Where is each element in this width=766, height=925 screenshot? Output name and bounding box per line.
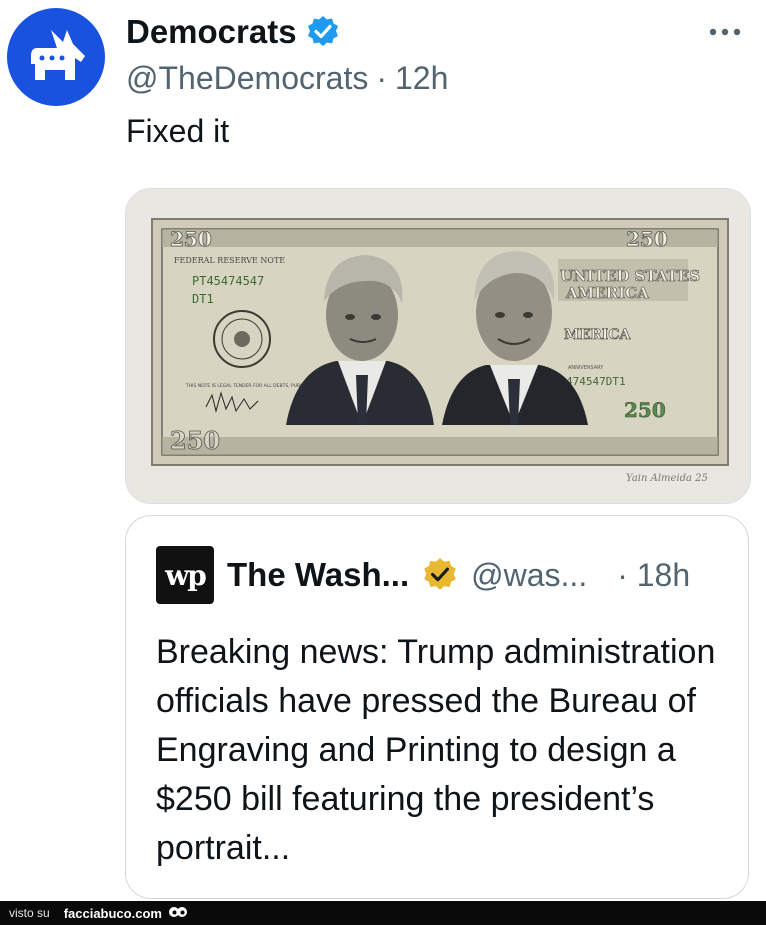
bill-anniversary: ANNIVERSARY bbox=[568, 365, 604, 371]
eyes-icon bbox=[168, 907, 187, 917]
bill-denomination-bottom-right: 250 bbox=[624, 398, 666, 422]
quoted-tweet-time[interactable]: · 18h bbox=[617, 557, 690, 594]
tweet-time[interactable]: 12h bbox=[395, 60, 448, 97]
quoted-tweet-card[interactable]: wp The Wash... @was... · 18h Breaking ne… bbox=[125, 515, 749, 899]
author-name[interactable]: Democrats bbox=[126, 13, 297, 51]
tweet-text: Fixed it bbox=[126, 113, 230, 149]
bill-denomination-bottom-left: 250 bbox=[170, 426, 220, 455]
watermark-footer: visto su facciabuco.com bbox=[0, 901, 766, 925]
democrats-avatar[interactable] bbox=[7, 8, 105, 106]
donkey-icon bbox=[31, 30, 85, 80]
wp-logo-text: wp bbox=[165, 558, 207, 592]
footer-site-name[interactable]: facciabuco.com bbox=[64, 906, 162, 921]
tweet-media-image[interactable]: 250 250 250 250 FEDERAL RESERVE NOTE PT4… bbox=[125, 188, 751, 504]
artist-signature: Yain Almeida 25 bbox=[626, 473, 708, 484]
quoted-author-name[interactable]: The Wash... bbox=[227, 556, 409, 594]
bill-side-word: MERICA bbox=[564, 327, 631, 343]
more-dots-icon[interactable] bbox=[705, 18, 745, 46]
bill-serial: PT45474547 bbox=[192, 274, 264, 288]
quoted-tweet-header: wp The Wash... @was... · 18h bbox=[156, 546, 726, 604]
blue-verified-badge-icon bbox=[307, 16, 338, 46]
bill-country-line2: AMERICA bbox=[565, 284, 649, 302]
bill-illustration: 250 250 250 250 FEDERAL RESERVE NOTE PT4… bbox=[126, 189, 750, 503]
handle-row: @TheDemocrats · 12h bbox=[126, 60, 448, 97]
bill-country-line1: UNITED STATES bbox=[560, 267, 700, 285]
author-handle[interactable]: @TheDemocrats bbox=[126, 60, 368, 97]
bill-serial-right: 474547DT1 bbox=[566, 375, 626, 388]
bill-header: FEDERAL RESERVE NOTE bbox=[174, 256, 285, 265]
footer-visto-label: visto su bbox=[9, 906, 50, 920]
quoted-author-handle[interactable]: @was... bbox=[471, 557, 587, 594]
quoted-time-value: 18h bbox=[636, 556, 691, 593]
bill-letters: DT1 bbox=[192, 292, 214, 306]
separator-dot: · bbox=[376, 60, 387, 96]
bill-denomination-top-left: 250 bbox=[170, 227, 212, 251]
quoted-tweet-text: Breaking news: Trump administration offi… bbox=[156, 633, 716, 867]
washington-post-logo[interactable]: wp bbox=[156, 546, 214, 604]
quoted-separator-dot: · bbox=[617, 556, 628, 593]
bill-denomination-top-right: 250 bbox=[626, 227, 668, 251]
author-name-row: Democrats bbox=[126, 12, 341, 52]
gold-verified-badge-icon bbox=[424, 558, 456, 590]
